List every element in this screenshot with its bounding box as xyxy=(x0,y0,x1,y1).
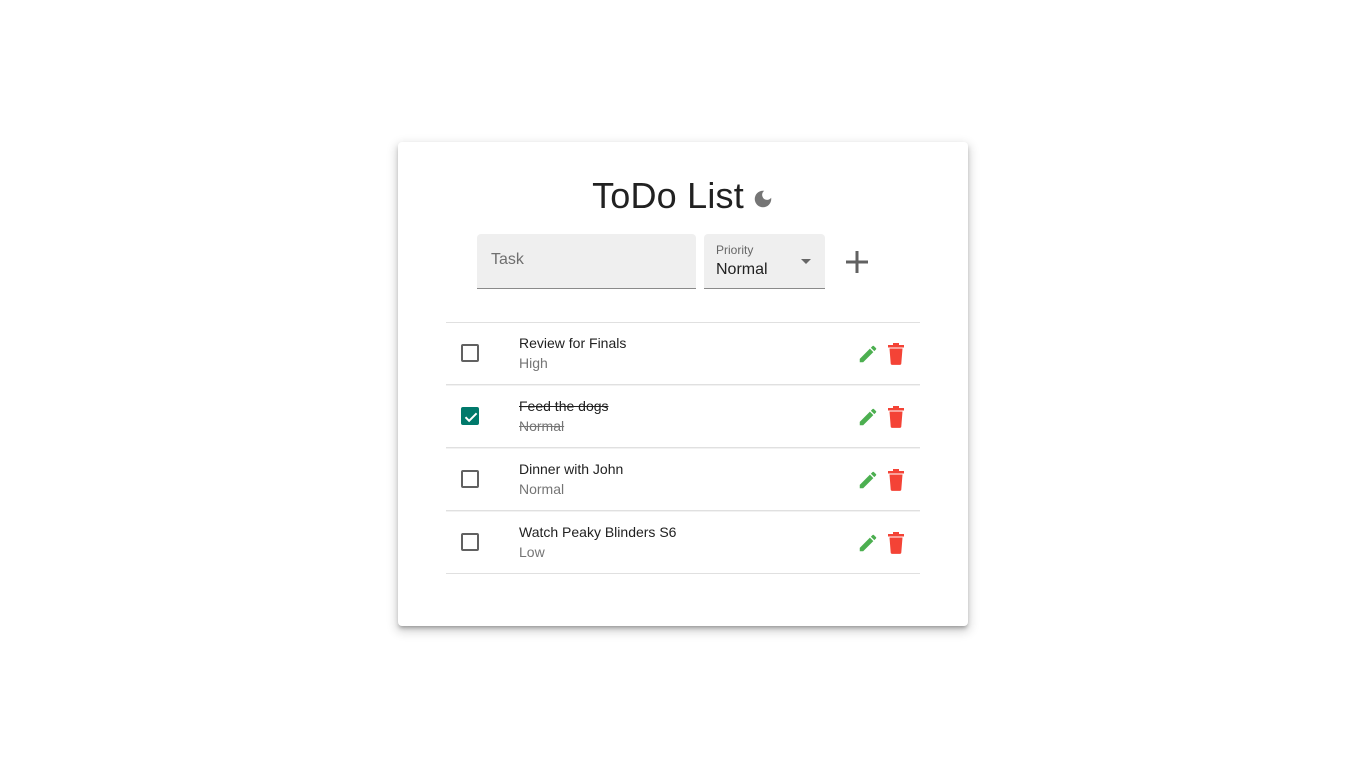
trash-icon xyxy=(888,469,904,491)
pencil-icon xyxy=(859,345,877,363)
task-row: Watch Peaky Blinders S6 Low xyxy=(446,511,920,574)
delete-button[interactable] xyxy=(886,406,906,428)
task-checkbox[interactable] xyxy=(461,470,479,488)
task-row: Feed the dogs Normal xyxy=(446,385,920,448)
task-priority: Normal xyxy=(519,418,565,434)
trash-icon xyxy=(888,406,904,428)
app-title: ToDo List xyxy=(592,175,744,216)
task-text: Feed the dogs Normal xyxy=(519,398,609,435)
task-name: Review for Finals xyxy=(519,335,627,351)
task-checkbox-checked[interactable] xyxy=(461,407,479,425)
priority-label: Priority xyxy=(716,243,754,257)
priority-select[interactable]: Priority Normal xyxy=(704,234,825,289)
todo-card: ToDo List Priority Normal Review for Fin… xyxy=(398,142,968,626)
task-name: Feed the dogs xyxy=(519,398,609,414)
moon-icon[interactable] xyxy=(752,188,774,210)
task-checkbox[interactable] xyxy=(461,344,479,362)
edit-button[interactable] xyxy=(857,532,879,554)
task-priority: Normal xyxy=(519,481,565,497)
delete-button[interactable] xyxy=(886,469,906,491)
task-text: Watch Peaky Blinders S6 Low xyxy=(519,524,676,561)
task-name: Watch Peaky Blinders S6 xyxy=(519,524,677,540)
task-text: Review for Finals High xyxy=(519,335,626,372)
pencil-icon xyxy=(859,534,877,552)
task-name: Dinner with John xyxy=(519,461,624,477)
delete-button[interactable] xyxy=(886,532,906,554)
task-priority: High xyxy=(519,355,548,371)
trash-icon xyxy=(888,532,904,554)
priority-value: Normal xyxy=(716,261,768,278)
pencil-icon xyxy=(859,471,877,489)
pencil-icon xyxy=(859,408,877,426)
delete-button[interactable] xyxy=(886,343,906,365)
plus-icon xyxy=(846,251,868,273)
task-row: Dinner with John Normal xyxy=(446,448,920,511)
task-field[interactable] xyxy=(477,234,696,289)
title-row: ToDo List xyxy=(398,174,968,218)
edit-button[interactable] xyxy=(857,406,879,428)
task-row: Review for Finals High xyxy=(446,323,920,385)
task-checkbox[interactable] xyxy=(461,533,479,551)
trash-icon xyxy=(888,343,904,365)
dropdown-arrow-icon xyxy=(801,259,811,264)
task-priority: Low xyxy=(519,544,545,560)
task-list: Review for Finals High Feed the dogs Nor… xyxy=(446,322,920,574)
check-icon xyxy=(464,412,478,423)
task-input[interactable] xyxy=(489,250,683,270)
edit-button[interactable] xyxy=(857,343,879,365)
task-text: Dinner with John Normal xyxy=(519,461,623,498)
edit-button[interactable] xyxy=(857,469,879,491)
add-task-button[interactable] xyxy=(841,246,873,278)
